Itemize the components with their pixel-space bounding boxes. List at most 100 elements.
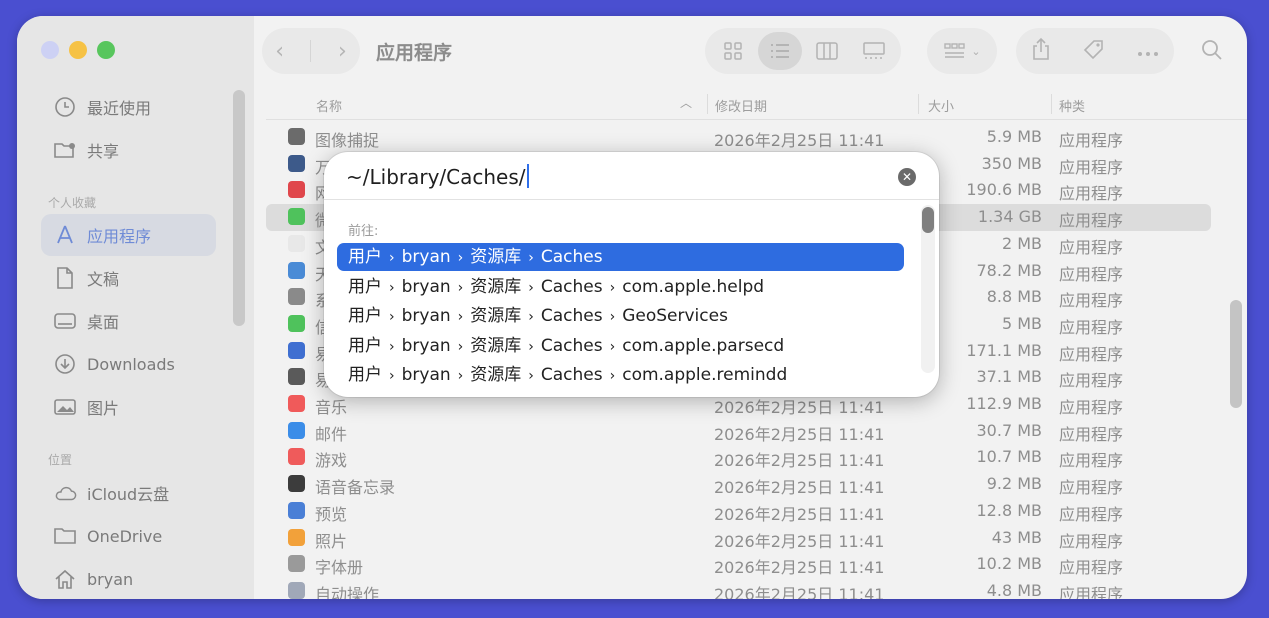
path-component: bryan (401, 335, 451, 356)
sidebar-item-documents[interactable]: 文稿 (41, 257, 216, 299)
scroll-thumb[interactable] (922, 207, 934, 233)
search-button[interactable] (1200, 38, 1224, 66)
file-kind: 应用程序 (1059, 398, 1124, 417)
path-suggestion[interactable]: 用户 › bryan › 资源库 › Caches › GeoServices (337, 302, 904, 330)
column-view-button[interactable] (805, 32, 849, 70)
table-row[interactable]: 照片 2026年2月25日 11:41 43 MB 应用程序 (266, 525, 1211, 552)
panel-divider (324, 199, 939, 200)
sidebar-item-label: 共享 (87, 142, 120, 161)
file-name: 自动操作 (315, 584, 380, 599)
path-component: 用户 (348, 335, 382, 356)
path-suggestion[interactable]: 用户 › bryan › 资源库 › Caches › com.apple.remindd (337, 361, 904, 389)
path-component: 用户 (348, 306, 382, 326)
search-icon (1202, 40, 1222, 60)
chevron-down-icon: ⌄ (971, 44, 981, 58)
icon-view-icon (723, 42, 742, 60)
tag-button[interactable] (1082, 37, 1106, 65)
clear-icon[interactable]: ✕ (898, 168, 916, 186)
table-row[interactable]: 语音备忘录 2026年2月25日 11:41 9.2 MB 应用程序 (266, 471, 1211, 498)
window-controls (41, 41, 115, 59)
path-suggestion[interactable]: 用户 › bryan › 资源库 › Caches › com.apple.parsecd (337, 332, 904, 360)
chevron-right-icon: › (389, 279, 395, 296)
table-row[interactable]: 字体册 2026年2月25日 11:41 10.2 MB 应用程序 (266, 551, 1211, 578)
back-button[interactable]: ‹ (275, 39, 284, 64)
file-date: 2026年2月25日 11:41 (714, 558, 885, 578)
app-icon (288, 448, 305, 466)
app-icon (288, 341, 305, 359)
path-suggestion[interactable]: 用户 › bryan › 资源库 › Caches (337, 243, 904, 271)
sidebar-item-home[interactable]: bryan (41, 558, 216, 599)
tag-icon (1083, 40, 1103, 60)
app-icon (288, 314, 305, 332)
column-divider (1051, 94, 1052, 114)
chevron-right-icon: › (389, 338, 395, 355)
document-icon (53, 267, 77, 289)
sidebar-item-pictures[interactable]: 图片 (41, 386, 216, 428)
chevron-right-icon: › (609, 279, 616, 296)
sidebar-item-recents[interactable]: 最近使用 (41, 86, 216, 128)
app-icon (288, 208, 305, 226)
gallery-view-button[interactable] (852, 32, 896, 70)
share-button[interactable] (1031, 37, 1051, 65)
zoom-window-button[interactable] (97, 41, 115, 59)
file-size: 5.9 MB (986, 127, 1042, 146)
table-row[interactable]: 自动操作 2026年2月25日 11:41 4.8 MB 应用程序 (266, 578, 1211, 599)
list-scrollbar[interactable] (1230, 300, 1242, 408)
path-input[interactable]: ~/Library/Caches/ (346, 164, 529, 189)
chevron-right-icon: › (457, 338, 464, 355)
icon-view-button[interactable] (711, 32, 755, 70)
sidebar-scrollbar[interactable] (233, 90, 245, 326)
file-kind: 应用程序 (1059, 157, 1124, 177)
column-header-modified[interactable]: 修改日期 (715, 96, 767, 115)
navigation-buttons: ‹ › (262, 28, 360, 74)
file-name: 字体册 (315, 558, 364, 578)
close-window-button[interactable] (41, 41, 59, 59)
chevron-right-icon: › (389, 368, 395, 384)
column-header-size[interactable]: 大小 (928, 96, 954, 115)
list-view-button[interactable] (757, 32, 802, 70)
table-row[interactable]: 图像捕捉 2026年2月25日 11:41 5.9 MB 应用程序 (266, 124, 1211, 151)
sidebar-item-applications[interactable]: 应用程序 (41, 214, 216, 256)
file-size: 10.7 MB (976, 447, 1043, 467)
column-divider (918, 94, 919, 114)
column-view-icon (815, 42, 838, 60)
path-component: 用户 (348, 247, 382, 267)
path-component: bryan (401, 306, 451, 326)
table-row[interactable]: 游戏 2026年2月25日 11:41 10.7 MB 应用程序 (266, 444, 1211, 471)
column-headers: 名称 ︿ 修改日期 大小 种类 (266, 88, 1247, 120)
column-header-name[interactable]: 名称 (316, 96, 342, 115)
chevron-right-icon: › (389, 309, 395, 325)
chevron-right-icon: › (457, 279, 464, 296)
sidebar-item-shared[interactable]: 共享 (41, 129, 216, 171)
sidebar: 最近使用 共享 个人收藏 应用程序 文稿 桌面 Downloads 图片 位置 … (17, 16, 254, 599)
file-kind: 应用程序 (1059, 558, 1124, 578)
sidebar-item-downloads[interactable]: Downloads (41, 343, 216, 385)
path-component: 用户 (348, 276, 382, 297)
table-row[interactable]: 邮件 2026年2月25日 11:41 30.7 MB 应用程序 (266, 418, 1211, 445)
suggestions-scrollbar[interactable] (921, 205, 935, 373)
app-icon (288, 395, 305, 412)
sidebar-item-icloud[interactable]: iCloud云盘 (41, 472, 216, 514)
minimize-window-button[interactable] (69, 41, 87, 59)
file-size: 1.34 GB (977, 207, 1042, 227)
more-button[interactable] (1137, 42, 1159, 61)
file-kind: 应用程序 (1059, 211, 1124, 231)
sidebar-item-onedrive[interactable]: OneDrive (41, 515, 216, 557)
column-header-kind[interactable]: 种类 (1059, 96, 1085, 115)
group-by-button[interactable]: ⌄ (927, 28, 997, 74)
file-size: 12.8 MB (976, 500, 1043, 520)
suggestions-caption: 前往: (348, 224, 379, 239)
path-component: com.apple.helpd (622, 276, 765, 297)
cloud-icon (53, 484, 77, 502)
table-row[interactable]: 预览 2026年2月25日 11:41 12.8 MB 应用程序 (266, 498, 1211, 525)
sidebar-item-desktop[interactable]: 桌面 (41, 300, 216, 342)
file-name: 预览 (315, 504, 348, 524)
path-component: 资源库 (470, 365, 522, 385)
forward-button[interactable]: › (338, 39, 347, 64)
file-size: 2 MB (1001, 233, 1042, 253)
nav-divider (310, 40, 312, 62)
pictures-icon (53, 397, 77, 417)
path-suggestion[interactable]: 用户 › bryan › 资源库 › Caches › com.apple.helpd (337, 273, 904, 301)
file-size: 5 MB (1001, 313, 1042, 333)
app-icon (288, 181, 305, 199)
